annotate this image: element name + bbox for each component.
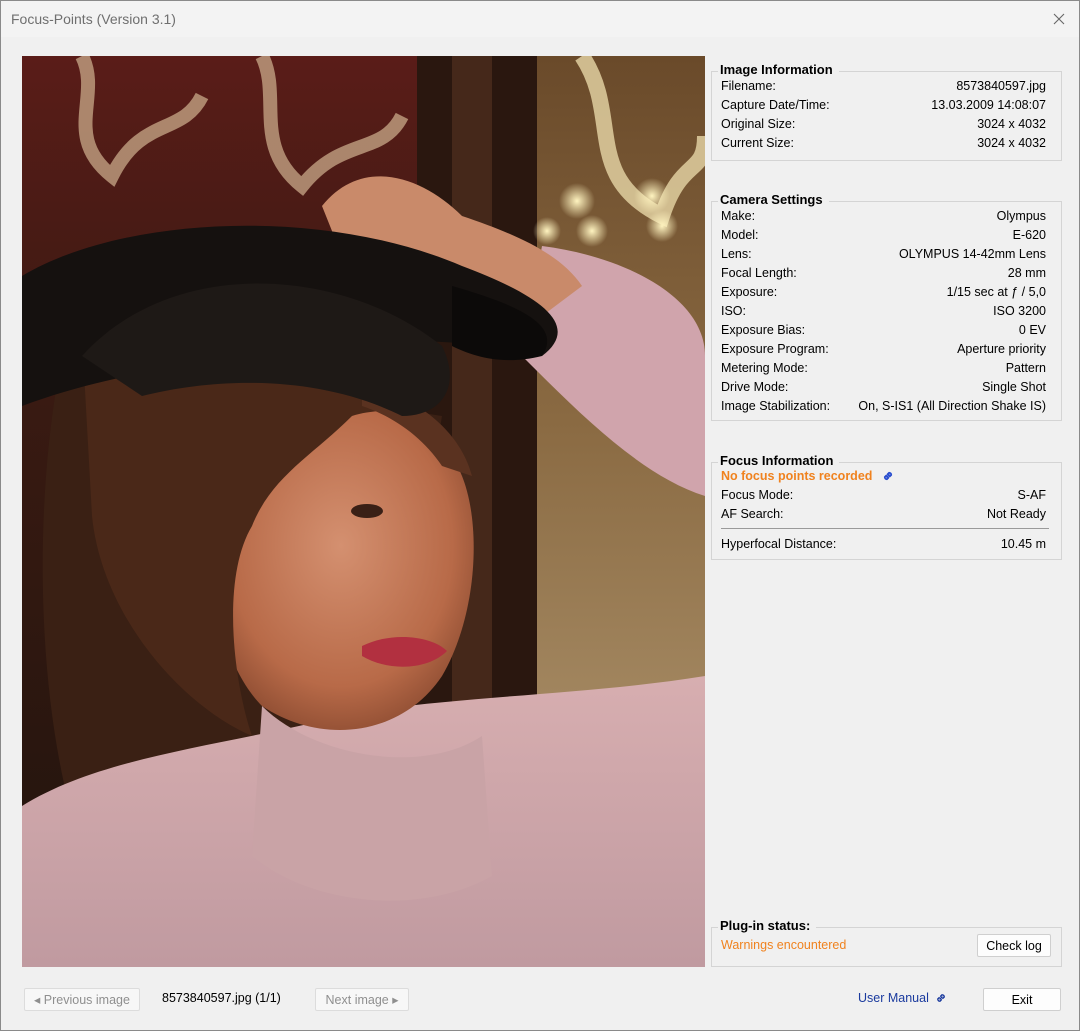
row-value: 3024 x 4032	[977, 116, 1046, 131]
app-window: Focus-Points (Version 3.1) Image Informa…	[0, 0, 1080, 1031]
row-value: 0 EV	[1018, 322, 1046, 337]
row-label: Make:	[721, 208, 756, 223]
camera-row-model: Model: E-620	[721, 225, 1046, 244]
row-label: Capture Date/Time:	[721, 97, 830, 112]
row-value: OLYMPUS 14-42mm Lens	[898, 246, 1046, 261]
separator	[721, 528, 1049, 529]
row-label: Current Size:	[721, 135, 794, 150]
focus-row-mode: Focus Mode: S-AF	[721, 485, 1046, 504]
row-label: AF Search:	[721, 506, 784, 521]
row-value: E-620	[1012, 227, 1046, 242]
row-label: Model:	[721, 227, 759, 242]
focus-warning: No focus points recorded	[721, 466, 894, 485]
row-value: Not Ready	[986, 506, 1046, 521]
user-manual-label: User Manual	[858, 991, 929, 1005]
focus-warning-text: No focus points recorded	[721, 468, 873, 483]
image-info-panel: Image Information Filename: 8573840597.j…	[711, 62, 1062, 161]
row-value: Single Shot	[982, 379, 1046, 394]
plugin-status-text: Warnings encountered	[721, 938, 847, 952]
row-value: Olympus	[996, 208, 1046, 223]
row-value: Aperture priority	[957, 341, 1046, 356]
info-row-filename: Filename: 8573840597.jpg	[721, 76, 1046, 95]
close-button[interactable]	[1039, 1, 1079, 37]
info-row-original-size: Original Size: 3024 x 4032	[721, 114, 1046, 133]
chain-link-icon	[936, 994, 945, 1002]
row-label: Metering Mode:	[721, 360, 808, 375]
portrait-photo	[22, 56, 705, 967]
camera-row-exposure-bias: Exposure Bias: 0 EV	[721, 320, 1046, 339]
camera-settings-title: Camera Settings	[718, 192, 829, 207]
exit-button[interactable]: Exit	[983, 988, 1061, 1011]
row-label: Lens:	[721, 246, 752, 261]
camera-row-image-stabilization: Image Stabilization: On, S-IS1 (All Dire…	[721, 396, 1046, 415]
row-label: Focal Length:	[721, 265, 797, 280]
info-row-capture-date: Capture Date/Time: 13.03.2009 14:08:07	[721, 95, 1046, 114]
plugin-status-panel: Plug-in status: Warnings encountered Che…	[711, 918, 1062, 967]
camera-row-iso: ISO: ISO 3200	[721, 301, 1046, 320]
camera-row-drive-mode: Drive Mode: Single Shot	[721, 377, 1046, 396]
row-value: S-AF	[1017, 487, 1046, 502]
camera-settings-panel: Camera Settings Make: Olympus Model: E-6…	[711, 192, 1062, 421]
camera-row-lens: Lens: OLYMPUS 14-42mm Lens	[721, 244, 1046, 263]
window-title: Focus-Points (Version 3.1)	[11, 11, 176, 27]
chain-link-icon[interactable]	[882, 470, 894, 482]
check-log-button[interactable]: Check log	[977, 934, 1051, 957]
focus-row-hyperfocal: Hyperfocal Distance: 10.45 m	[721, 534, 1046, 553]
close-icon	[1053, 13, 1065, 25]
next-image-button[interactable]: Next image ▸	[315, 988, 409, 1011]
row-label: Original Size:	[721, 116, 796, 131]
title-bar: Focus-Points (Version 3.1)	[1, 1, 1079, 37]
row-label: ISO:	[721, 303, 747, 318]
row-value: Pattern	[1005, 360, 1046, 375]
row-label: Filename:	[721, 78, 776, 93]
camera-row-make: Make: Olympus	[721, 206, 1046, 225]
row-label: Image Stabilization:	[721, 398, 831, 413]
row-value: On, S-IS1 (All Direction Shake IS)	[858, 398, 1046, 413]
row-value: ISO 3200	[993, 303, 1046, 318]
focus-row-af-search: AF Search: Not Ready	[721, 504, 1046, 523]
info-row-current-size: Current Size: 3024 x 4032	[721, 133, 1046, 152]
camera-row-exposure-program: Exposure Program: Aperture priority	[721, 339, 1046, 358]
camera-row-focal-length: Focal Length: 28 mm	[721, 263, 1046, 282]
camera-row-exposure: Exposure: 1/15 sec at ƒ / 5,0	[721, 282, 1046, 301]
row-label: Exposure Bias:	[721, 322, 806, 337]
row-value: 8573840597.jpg	[956, 78, 1046, 93]
user-manual-link[interactable]: User Manual	[858, 991, 947, 1005]
row-label: Drive Mode:	[721, 379, 789, 394]
row-value: 13.03.2009 14:08:07	[931, 97, 1046, 112]
plugin-status-title: Plug-in status:	[718, 918, 817, 933]
row-value: 10.45 m	[1000, 536, 1046, 551]
row-label: Exposure Program:	[721, 341, 829, 356]
row-value: 3024 x 4032	[977, 135, 1046, 150]
row-label: Exposure:	[721, 284, 778, 299]
row-value: 1/15 sec at ƒ / 5,0	[946, 284, 1046, 299]
focus-info-panel: Focus Information No focus points record…	[711, 453, 1062, 560]
file-position: 8573840597.jpg (1/1)	[162, 991, 281, 1005]
row-label: Focus Mode:	[721, 487, 794, 502]
image-info-title: Image Information	[718, 62, 839, 77]
row-value: 28 mm	[1007, 265, 1046, 280]
row-label: Hyperfocal Distance:	[721, 536, 837, 551]
camera-row-metering-mode: Metering Mode: Pattern	[721, 358, 1046, 377]
photo-preview	[22, 56, 705, 967]
previous-image-button[interactable]: ◂ Previous image	[24, 988, 140, 1011]
